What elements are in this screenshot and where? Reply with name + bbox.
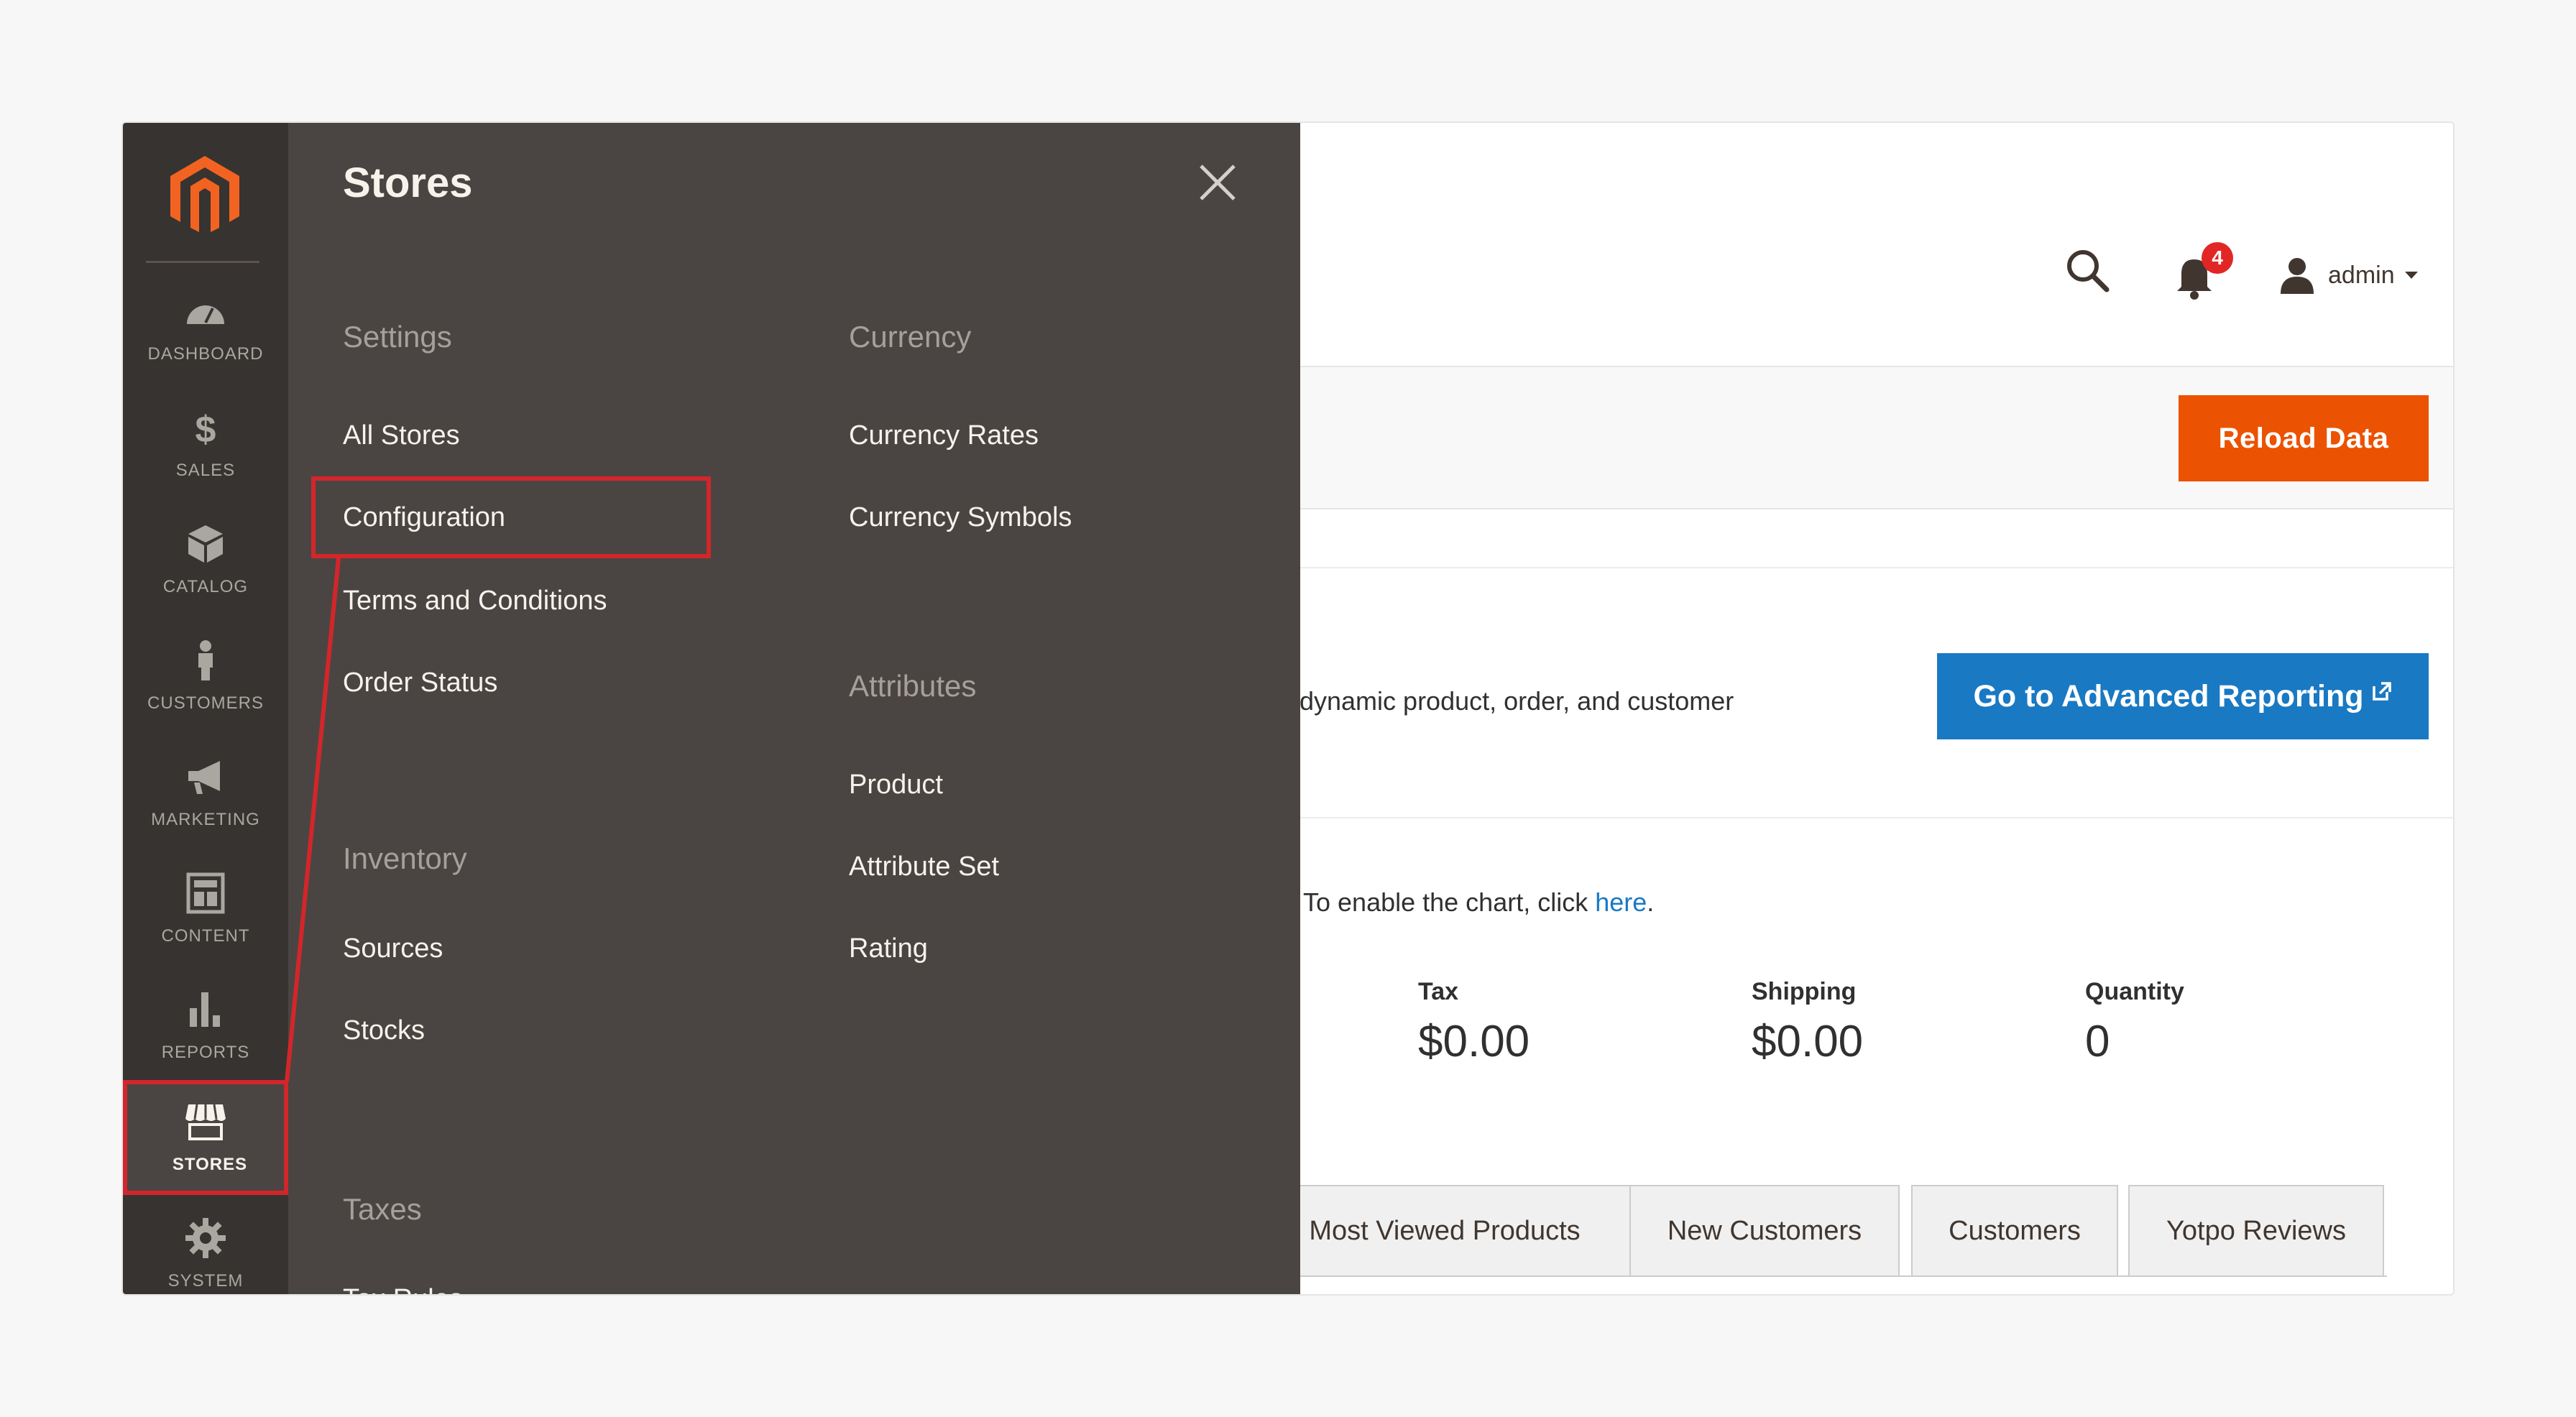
admin-sidebar: DASHBOARD $ SALES CATALOG CUSTOMERS MARK…	[123, 123, 288, 1294]
stat-shipping: Shipping $0.00	[1752, 978, 1863, 1067]
section-heading-inventory: Inventory	[343, 841, 467, 875]
admin-window: 4 admin Reload Data r dynamic product, o…	[121, 121, 2455, 1296]
nav-item-content[interactable]: CONTENT	[123, 851, 288, 966]
tab-yotpo-reviews[interactable]: Yotpo Reviews	[2128, 1185, 2384, 1277]
close-flyout-button[interactable]	[1194, 159, 1241, 206]
chart-disabled-note: To enable the chart, click here.	[1303, 887, 1654, 918]
user-account-menu[interactable]: admin	[2279, 255, 2418, 295]
go-to-advanced-reporting-button[interactable]: Go to Advanced Reporting	[1937, 653, 2429, 739]
tab-customers[interactable]: Customers	[1911, 1185, 2118, 1277]
close-icon	[1200, 165, 1236, 200]
flyout-title: Stores	[343, 160, 473, 206]
configuration-highlight-box	[311, 476, 711, 558]
nav-item-system[interactable]: SYSTEM	[123, 1196, 288, 1294]
stat-value: 0	[2085, 1017, 2110, 1066]
search-icon	[2067, 250, 2110, 292]
menu-item-stocks[interactable]: Stocks	[343, 1015, 425, 1046]
section-heading-attributes: Attributes	[849, 669, 977, 703]
menu-item-tax-rules[interactable]: Tax Rules	[343, 1284, 463, 1294]
menu-item-currency-symbols[interactable]: Currency Symbols	[849, 502, 1072, 533]
nav-item-customers[interactable]: CUSTOMERS	[123, 619, 288, 734]
advanced-reporting-label: Go to Advanced Reporting	[1973, 678, 2364, 714]
menu-item-order-status[interactable]: Order Status	[343, 668, 497, 698]
enable-chart-link[interactable]: here	[1595, 887, 1647, 917]
nav-item-label: CATALOG	[162, 577, 249, 596]
section-heading-currency: Currency	[849, 320, 972, 354]
menu-item-attribute-set[interactable]: Attribute Set	[849, 851, 999, 882]
gear-icon	[185, 1218, 226, 1258]
nav-item-label: CONTENT	[161, 926, 250, 946]
nav-item-label: REPORTS	[161, 1043, 250, 1062]
magento-logo-icon[interactable]	[165, 153, 245, 234]
chart-note-text: To enable the chart, click	[1303, 887, 1588, 917]
menu-item-product[interactable]: Product	[849, 770, 943, 800]
nav-item-catalog[interactable]: CATALOG	[123, 502, 288, 617]
nav-item-label: MARKETING	[151, 810, 260, 829]
global-search-button[interactable]	[2064, 246, 2111, 294]
stores-flyout-menu: Stores Settings All Stores Configuration…	[288, 123, 1300, 1294]
dashboard-icon	[187, 305, 224, 324]
stat-quantity: Quantity 0	[2085, 978, 2184, 1067]
storefront-icon	[185, 1104, 226, 1140]
nav-item-stores[interactable]: STORES	[123, 1080, 288, 1195]
menu-item-currency-rates[interactable]: Currency Rates	[849, 420, 1039, 451]
user-name: admin	[2328, 261, 2395, 289]
nav-item-label: STORES	[172, 1155, 248, 1174]
reload-data-button[interactable]: Reload Data	[2179, 395, 2429, 481]
nav-item-sales[interactable]: $ SALES	[123, 386, 288, 501]
stat-tax: Tax $0.00	[1418, 978, 1530, 1067]
bar-chart-icon	[190, 992, 220, 1027]
section-heading-settings: Settings	[343, 320, 452, 354]
stat-value: $0.00	[1752, 1017, 1864, 1066]
chart-note-end: .	[1647, 887, 1655, 917]
nav-item-reports[interactable]: REPORTS	[123, 968, 288, 1083]
menu-item-sources[interactable]: Sources	[343, 933, 443, 964]
logo-divider	[146, 261, 259, 263]
box-icon	[188, 525, 223, 563]
stat-label: Quantity	[2085, 978, 2184, 1005]
megaphone-icon	[188, 761, 220, 794]
nav-item-label: CUSTOMERS	[147, 693, 264, 713]
nav-item-marketing[interactable]: MARKETING	[123, 735, 288, 850]
layout-icon	[186, 872, 225, 914]
stat-label: Shipping	[1752, 978, 1857, 1005]
nav-item-label: SALES	[175, 461, 236, 480]
external-link-icon	[2372, 682, 2391, 701]
advanced-reporting-intro: r dynamic product, order, and customer	[1284, 686, 1734, 716]
notifications-button[interactable]: 4	[2174, 242, 2239, 301]
nav-item-label: SYSTEM	[167, 1271, 244, 1291]
chevron-down-icon	[2404, 272, 2418, 279]
stat-value: $0.00	[1418, 1017, 1530, 1066]
svg-text:$: $	[196, 409, 216, 449]
stat-label: Tax	[1418, 978, 1459, 1005]
tab-most-viewed-products[interactable]: Most Viewed Products	[1251, 1185, 1638, 1277]
nav-item-label: DASHBOARD	[147, 344, 264, 364]
section-heading-taxes: Taxes	[343, 1192, 422, 1226]
menu-item-rating[interactable]: Rating	[849, 933, 928, 964]
notification-count-badge: 4	[2202, 242, 2233, 274]
dollar-icon: $	[196, 409, 216, 449]
user-icon	[2281, 258, 2314, 294]
menu-item-terms-and-conditions[interactable]: Terms and Conditions	[343, 586, 607, 617]
person-icon	[198, 640, 213, 680]
nav-item-dashboard[interactable]: DASHBOARD	[123, 269, 288, 384]
menu-item-all-stores[interactable]: All Stores	[343, 420, 460, 451]
tab-new-customers[interactable]: New Customers	[1629, 1185, 1900, 1277]
